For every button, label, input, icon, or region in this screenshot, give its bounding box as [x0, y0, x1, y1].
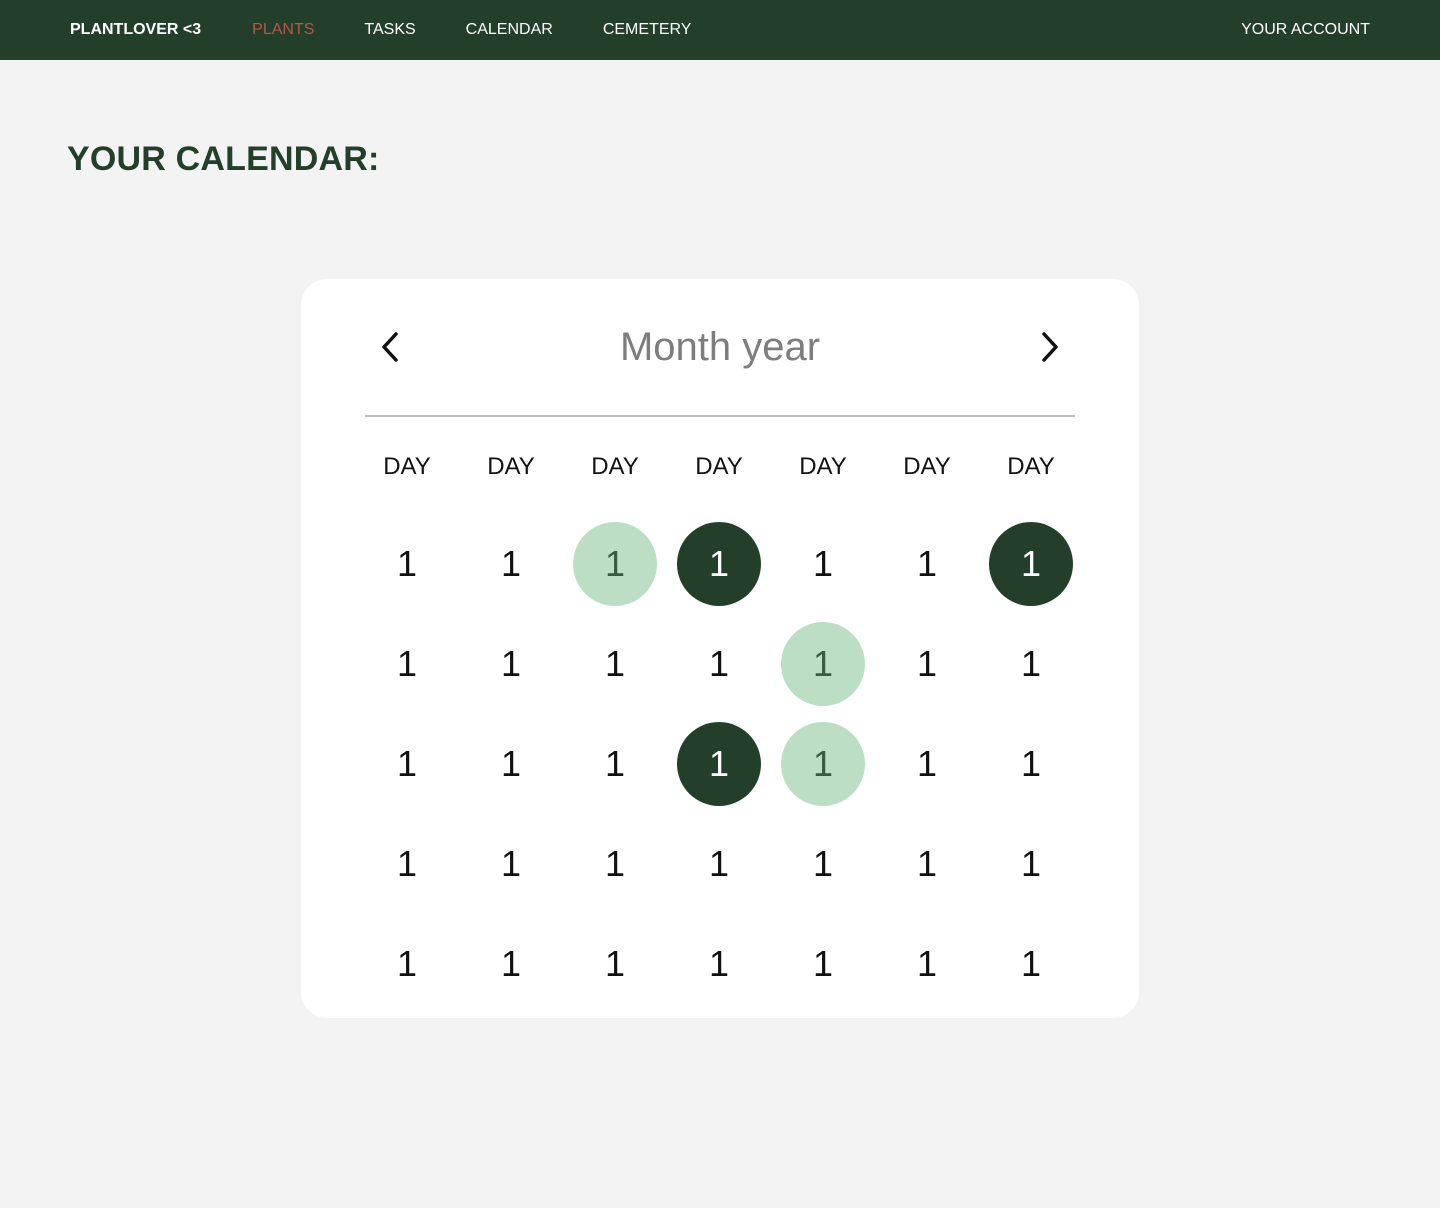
calendar-day-cell[interactable]: 1 [885, 814, 989, 914]
calendar-day-cell[interactable]: 1 [885, 614, 989, 714]
day-number: 1 [396, 543, 418, 584]
calendar-day-cell[interactable]: 1 [469, 614, 573, 714]
calendar-day-cell[interactable]: 1 [885, 714, 989, 814]
calendar-day-cell[interactable]: 1 [781, 514, 885, 614]
calendar-day-cell[interactable]: 1 [469, 814, 573, 914]
calendar-day-cell[interactable]: 1 [365, 514, 469, 614]
calendar-days-grid: 11111111111111111111111111111111111 [365, 514, 1093, 1014]
day-number: 1 [1020, 943, 1042, 984]
day-number: 1 [916, 543, 938, 584]
calendar-day-cell[interactable]: 1 [885, 514, 989, 614]
day-number: 1 [604, 843, 626, 884]
weekday-label: DAY [383, 453, 431, 480]
day-number: 1 [500, 743, 522, 784]
day-number: 1 [500, 643, 522, 684]
weekday-label: DAY [487, 453, 535, 480]
calendar-day-cell[interactable]: 1 [989, 814, 1093, 914]
day-number: 1 [500, 543, 522, 584]
calendar-day-cell[interactable]: 1 [677, 614, 781, 714]
day-number: 1 [916, 843, 938, 884]
day-number: 1 [396, 943, 418, 984]
day-number: 1 [604, 943, 626, 984]
day-number: 1 [812, 543, 834, 584]
calendar-day-cell[interactable]: 1 [469, 514, 573, 614]
nav-item-calendar[interactable]: CALENDAR [466, 21, 553, 39]
calendar-day-cell[interactable]: 1 [365, 714, 469, 814]
day-number-highlighted: 1 [573, 522, 657, 606]
calendar-day-cell[interactable]: 1 [573, 714, 677, 814]
day-number: 1 [1020, 643, 1042, 684]
day-number-highlighted: 1 [677, 522, 761, 606]
day-number: 1 [1020, 743, 1042, 784]
weekday-label: DAY [591, 453, 639, 480]
day-number-highlighted: 1 [677, 722, 761, 806]
weekday-label: DAY [1007, 453, 1055, 480]
day-number: 1 [396, 843, 418, 884]
calendar-day-cell[interactable]: 1 [677, 514, 781, 614]
calendar-header: Month year [365, 279, 1075, 417]
calendar-day-cell[interactable]: 1 [573, 914, 677, 1014]
calendar-day-cell[interactable]: 1 [989, 714, 1093, 814]
nav-item-cemetery[interactable]: CEMETERY [603, 21, 692, 39]
day-number: 1 [604, 643, 626, 684]
nav-item-tasks[interactable]: TASKS [364, 21, 415, 39]
day-number: 1 [708, 943, 730, 984]
calendar-day-cell[interactable]: 1 [573, 614, 677, 714]
weekday-label: DAY [799, 453, 847, 480]
month-year-label: Month year [619, 325, 821, 369]
weekday-label: DAY [903, 453, 951, 480]
calendar-day-cell[interactable]: 1 [989, 614, 1093, 714]
day-number-highlighted: 1 [781, 722, 865, 806]
calendar-day-cell[interactable]: 1 [781, 714, 885, 814]
top-navbar: PLANTLOVER <3 PLANTS TASKS CALENDAR CEME… [0, 0, 1440, 60]
day-number-highlighted: 1 [989, 522, 1073, 606]
calendar-day-cell[interactable]: 1 [469, 914, 573, 1014]
calendar-day-cell[interactable]: 1 [781, 614, 885, 714]
weekday-label: DAY [695, 453, 743, 480]
brand-link[interactable]: PLANTLOVER <3 [70, 21, 201, 39]
weekday-header-row: DAY DAY DAY DAY DAY DAY DAY [365, 451, 1093, 483]
calendar-day-cell[interactable]: 1 [677, 914, 781, 1014]
day-number: 1 [708, 843, 730, 884]
calendar-day-cell[interactable]: 1 [365, 614, 469, 714]
day-number: 1 [916, 943, 938, 984]
day-number: 1 [604, 743, 626, 784]
calendar-day-cell[interactable]: 1 [365, 914, 469, 1014]
day-number: 1 [396, 643, 418, 684]
calendar-day-cell[interactable]: 1 [989, 514, 1093, 614]
next-month-button[interactable] [1033, 330, 1067, 364]
calendar-day-cell[interactable]: 1 [573, 814, 677, 914]
calendar-day-cell[interactable]: 1 [365, 814, 469, 914]
calendar-card: Month year DAY DAY DAY DAY DAY DAY DAY 1111111… [301, 279, 1139, 1018]
day-number: 1 [916, 643, 938, 684]
day-number-highlighted: 1 [781, 622, 865, 706]
chevron-right-icon [1042, 332, 1058, 362]
calendar-day-cell[interactable]: 1 [677, 714, 781, 814]
day-number: 1 [396, 743, 418, 784]
day-number: 1 [812, 843, 834, 884]
calendar-day-cell[interactable]: 1 [885, 914, 989, 1014]
your-account-link[interactable]: YOUR ACCOUNT [1241, 21, 1370, 39]
page-title: YOUR CALENDAR: [67, 140, 380, 178]
day-number: 1 [708, 643, 730, 684]
day-number: 1 [500, 943, 522, 984]
day-number: 1 [1020, 843, 1042, 884]
day-number: 1 [500, 843, 522, 884]
nav-item-plants[interactable]: PLANTS [252, 21, 314, 39]
calendar-day-cell[interactable]: 1 [677, 814, 781, 914]
calendar-day-cell[interactable]: 1 [781, 914, 885, 1014]
day-number: 1 [812, 943, 834, 984]
day-number: 1 [916, 743, 938, 784]
calendar-day-cell[interactable]: 1 [781, 814, 885, 914]
calendar-day-cell[interactable]: 1 [989, 914, 1093, 1014]
calendar-day-cell[interactable]: 1 [469, 714, 573, 814]
calendar-day-cell[interactable]: 1 [573, 514, 677, 614]
